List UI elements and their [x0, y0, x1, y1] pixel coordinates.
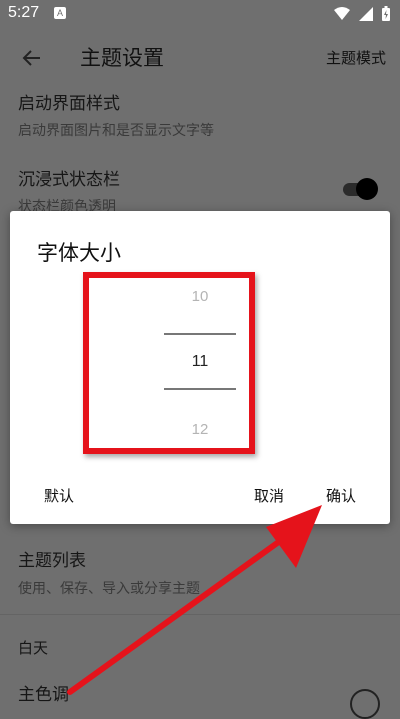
setting-subtitle: 使用、保存、导入或分享主题: [18, 581, 200, 597]
immersive-toggle[interactable]: [343, 178, 379, 200]
divider: [0, 614, 400, 615]
signal-icon: [359, 6, 373, 21]
toggle-thumb: [356, 178, 378, 200]
font-size-dialog: 字体大小 10 11 12 默认 取消 确认: [10, 211, 390, 524]
page-title: 主题设置: [80, 46, 164, 70]
picker-option[interactable]: 12: [160, 421, 240, 438]
section-header-day: 白天: [18, 639, 49, 657]
picker-option[interactable]: 10: [160, 288, 240, 305]
setting-title: 启动界面样式: [18, 94, 120, 114]
color-preview-circle[interactable]: [350, 689, 380, 719]
dialog-title: 字体大小: [37, 241, 121, 265]
status-bar: 5:27 A: [0, 0, 400, 28]
arrow-left-icon[interactable]: [20, 46, 44, 70]
status-time: 5:27: [8, 4, 40, 21]
wifi-icon: [334, 7, 350, 20]
app-toolbar: 主题设置 主题模式: [0, 28, 400, 88]
app-notification-icon: A: [54, 7, 66, 19]
setting-title: 主色调: [18, 685, 69, 705]
setting-subtitle: 启动界面图片和是否显示文字等: [18, 123, 214, 139]
setting-title: 沉浸式状态栏: [18, 170, 120, 190]
picker-divider: [164, 333, 236, 335]
battery-icon: [382, 6, 390, 21]
setting-title: 主题列表: [18, 551, 86, 571]
confirm-button[interactable]: 确认: [326, 485, 356, 506]
theme-mode-button[interactable]: 主题模式: [326, 47, 386, 68]
picker-divider: [164, 388, 236, 390]
cancel-button[interactable]: 取消: [254, 485, 284, 506]
status-icons: [334, 6, 390, 21]
picker-selected-option[interactable]: 11: [160, 353, 240, 371]
default-button[interactable]: 默认: [44, 485, 74, 506]
